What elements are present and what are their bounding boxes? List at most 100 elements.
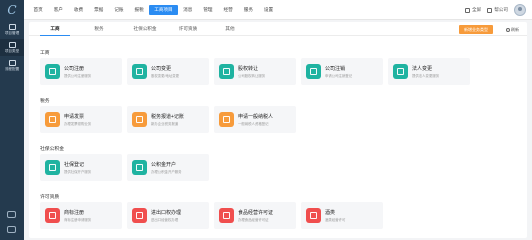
liquor-icon [306,208,321,223]
top-navigation-bar: 首页 客户 收费 票据 记账 报税 工商项目 消息 管理 经营 服务 设置 全屏… [24,0,532,20]
app-logo: C [7,3,17,17]
help-button[interactable]: 帮公司 [487,7,508,13]
nav-settings[interactable]: 设置 [258,5,278,15]
card-company-cancellation[interactable]: 公司注销 申请公司注销登记 [301,58,383,85]
card-desc: 办理发票领购业务 [64,122,92,126]
card-title: 社保登记 [64,162,85,168]
tab-social-security[interactable]: 社保公积金 [128,25,162,36]
person-icon [393,64,408,79]
card-title: 公司变更 [151,66,172,72]
nav-service[interactable]: 服务 [238,5,258,15]
card-desc: 办理公积金开户服务 [151,170,182,174]
nav-home[interactable]: 首页 [28,5,48,15]
card-desc: 提供法人变更服务 [412,74,440,78]
card-title: 公司注销 [325,66,346,72]
card-tax-report-bookkeeping[interactable]: 税务报道+记账 新办企业税务报道 [127,106,209,133]
sidebar-item-project-type[interactable]: 项目类型 [0,39,24,56]
card-desc: 办理食品经营许可证 [238,218,269,222]
card-legal-person-change[interactable]: 法人变更 提供法人变更服务 [388,58,470,85]
flow-icon [8,59,16,66]
edit-icon [132,64,147,79]
app: C 项目管理 项目类型 流程配置 首页 客户 收费 票据 记账 报税 工商项目 … [0,0,532,240]
card-desc: 提供公司注册服务 [64,74,92,78]
tab-license[interactable]: 许可资质 [173,25,203,36]
nav-tax[interactable]: 报税 [129,5,149,15]
sidebar-item-label: 项目管理 [4,30,20,35]
food-icon [219,208,234,223]
fullscreen-icon [465,7,470,13]
card-trademark-registration[interactable]: 商标注册 商标注册申请服务 [40,202,122,229]
folder-icon [8,23,16,30]
sidebar-item-label: 项目类型 [4,48,20,53]
card-desc: 新办企业税务报道 [151,122,179,126]
main-nav: 首页 客户 收费 票据 记账 报税 工商项目 消息 管理 经营 服务 设置 [28,0,279,20]
card-desc: 股权变更/地址变更 [151,74,180,78]
collapse-icon[interactable] [7,226,16,233]
card-title: 申请一般纳税人 [238,114,274,120]
sidebar: C 项目管理 项目类型 流程配置 [0,0,24,240]
nav-bookkeeping[interactable]: 记账 [109,5,129,15]
transfer-icon [219,64,234,79]
refresh-label: 刷新 [511,26,519,32]
refresh-button[interactable]: 刷新 [506,25,519,34]
card-company-registration[interactable]: 公司注册 提供公司注册服务 [40,58,122,85]
nav-operation[interactable]: 经营 [218,5,238,15]
card-company-change[interactable]: 公司变更 股权变更/地址变更 [127,58,209,85]
add-business-type-button[interactable]: 新增业务类型 [459,25,493,34]
nav-business-project[interactable]: 工商项目 [149,5,178,15]
card-title: 申请发票 [64,114,85,120]
import-export-icon [132,208,147,223]
card-title: 法人变更 [412,66,433,72]
fullscreen-button[interactable]: 全屏 [465,7,481,13]
card-equity-transfer[interactable]: 股权转让 公司股权转让服务 [214,58,296,85]
card-title: 商标注册 [64,210,85,216]
card-title: 公积金开户 [151,162,177,168]
tab-other[interactable]: 其他 [218,25,242,36]
card-apply-invoice[interactable]: 申请发票 办理发票领购业务 [40,106,122,133]
card-title: 税务报道+记账 [151,114,184,120]
help-label: 帮公司 [494,7,508,12]
avatar[interactable] [514,4,526,16]
section-title: 工商 [40,51,50,56]
cancel-icon [306,64,321,79]
section-title: 社保公积金 [40,147,64,152]
shield-icon [45,160,60,175]
category-tabs: 工商 税务 社保公积金 许可资质 其他 新增业务类型 刷新 [29,22,527,36]
refresh-icon [506,27,510,32]
help-icon [487,7,493,13]
nav-message[interactable]: 消息 [178,5,198,15]
sidebar-item-label: 流程配置 [4,66,20,71]
card-desc: 商标注册申请服务 [64,218,92,222]
card-title: 股权转让 [238,66,259,72]
nav-manage[interactable]: 管理 [198,5,218,15]
house-icon [132,160,147,175]
card-desc: 公司股权转让服务 [238,74,266,78]
content-panel: 工商 税务 社保公积金 许可资质 其他 新增业务类型 刷新 工商 公司注册 提供… [29,22,527,238]
taxpayer-icon [219,112,234,127]
card-social-security-registration[interactable]: 社保登记 提供社保开户服务 [40,154,122,181]
grid-icon [8,41,16,48]
invoice-icon [45,112,60,127]
card-desc: 酒类经营许可 [325,218,346,222]
card-liquor-license[interactable]: 酒类 酒类经营许可 [301,202,383,229]
tab-tax[interactable]: 税务 [85,25,113,36]
card-housing-fund[interactable]: 公积金开户 办理公积金开户服务 [127,154,209,181]
nav-charge[interactable]: 收费 [68,5,88,15]
card-import-export-right[interactable]: 进出口权办理 进出口经营权办理 [127,202,209,229]
report-icon [132,112,147,127]
message-icon[interactable] [7,211,16,218]
tab-business[interactable]: 工商 [40,25,70,36]
fullscreen-label: 全屏 [472,7,482,12]
sidebar-item-project-management[interactable]: 项目管理 [0,21,24,38]
nav-invoice[interactable]: 票据 [89,5,109,15]
card-general-taxpayer[interactable]: 申请一般纳税人 一般纳税人资格登记 [214,106,296,133]
section-title: 税务 [40,99,50,104]
card-desc: 进出口经营权办理 [151,218,179,222]
trademark-icon [45,208,60,223]
card-title: 食品经营许可证 [238,210,274,216]
nav-customer[interactable]: 客户 [48,5,68,15]
top-right-tools: 全屏 帮公司 [465,0,526,20]
card-food-license[interactable]: 食品经营许可证 办理食品经营许可证 [214,202,296,229]
sidebar-item-flow-config[interactable]: 流程配置 [0,57,24,74]
card-title: 进出口权办理 [151,210,182,216]
